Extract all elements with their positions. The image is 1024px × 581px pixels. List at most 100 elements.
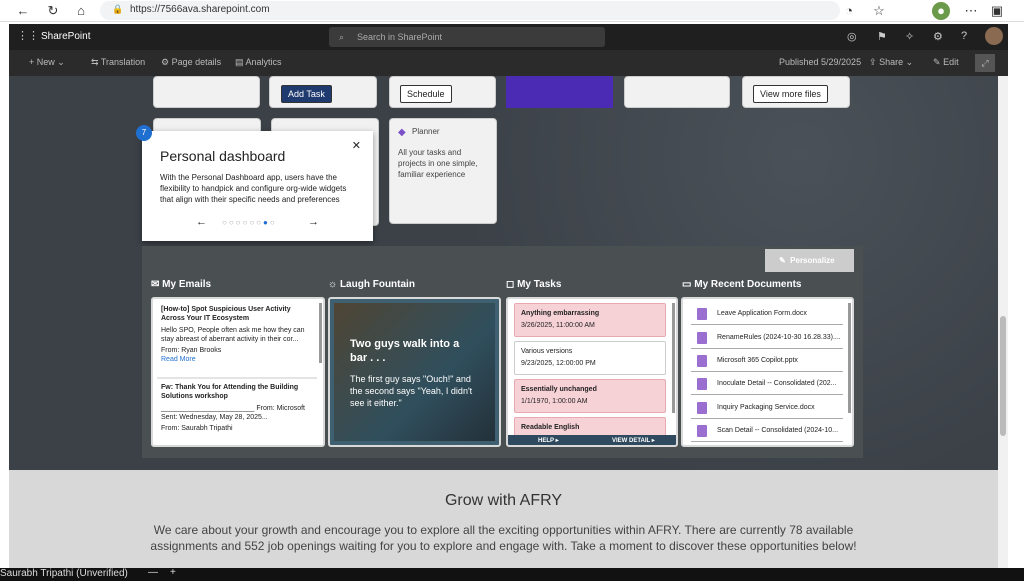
task-title: Anything embarrassing: [521, 310, 600, 317]
taskbar: Saurabh Tripathi (Unverified) — +: [0, 567, 1024, 581]
taskbar-user[interactable]: Saurabh Tripathi (Unverified): [0, 568, 128, 579]
bag-icon: ◻: [506, 279, 515, 290]
doc-name: Inquiry Packaging Service.docx: [717, 404, 815, 411]
document-icon: [697, 332, 707, 344]
task-date: 3/26/2025, 11:00:00 AM: [521, 322, 595, 329]
joke-image: Two guys walk into a bar . . . The first…: [334, 303, 495, 441]
doc-item[interactable]: RenameRules (2024-10-30 16.28.33)....: [691, 327, 843, 349]
task-item[interactable]: Various versions 9/23/2025, 12:00:00 PM: [514, 341, 666, 375]
sidebar-icon[interactable]: ▣: [988, 2, 1006, 20]
laugh-panel: Two guys walk into a bar . . . The first…: [328, 297, 501, 447]
edit-button[interactable]: ✎ Edit: [933, 57, 959, 68]
help-icon[interactable]: ?: [961, 30, 967, 42]
joke-text: The first guy says "Ouch!" and the secon…: [350, 374, 473, 408]
planner-description: All your tasks and projects in one simpl…: [398, 148, 478, 179]
task-item[interactable]: Essentially unchanged 1/1/1970, 1:00:00 …: [514, 379, 666, 413]
address-bar[interactable]: 🔒 https://7566ava.sharepoint.com: [100, 1, 840, 20]
waffle-icon[interactable]: ⋮⋮: [17, 29, 39, 42]
tile-image: [506, 76, 613, 108]
new-label: New: [36, 57, 55, 67]
laugh-title: ☼ Laugh Fountain: [328, 279, 415, 290]
search-input[interactable]: ⌕ Search in SharePoint: [329, 27, 605, 47]
previous-arrow-icon[interactable]: ←: [196, 216, 207, 228]
view-detail-link[interactable]: VIEW DETAIL ▸: [612, 435, 655, 445]
document-icon: [697, 425, 707, 437]
schedule-button[interactable]: Schedule: [400, 85, 452, 103]
joke-title: Two guys walk into a bar . . .: [350, 338, 460, 364]
page-scrollbar[interactable]: [998, 76, 1008, 568]
search-icon: ⌕: [339, 32, 345, 42]
extensions-icon[interactable]: ◔: [840, 2, 858, 20]
page-details-label: Page details: [171, 57, 222, 67]
new-button[interactable]: + New ⌄: [29, 57, 65, 68]
share-app-icon[interactable]: ✧: [905, 30, 914, 43]
tasks-title: ◻ My Tasks: [506, 279, 561, 290]
share-button[interactable]: ⇪ Share ⌄: [869, 57, 913, 68]
doc-item[interactable]: Inquiry Packaging Service.docx: [691, 397, 843, 419]
docs-title: ▭ My Recent Documents: [682, 279, 801, 290]
page-details-button[interactable]: ⚙ Page details: [161, 57, 221, 68]
analytics-label: Analytics: [245, 57, 282, 67]
tasks-panel[interactable]: Anything embarrassing 3/26/2025, 11:00:0…: [506, 297, 678, 447]
popup-text: With the Personal Dashboard app, users h…: [160, 173, 347, 204]
grow-text: We care about your growth and encourage …: [150, 523, 857, 553]
grow-section: Grow with AFRY We care about your growth…: [9, 470, 998, 568]
avatar[interactable]: [985, 27, 1003, 45]
command-bar: + New ⌄ ⇆ Translation ⚙ Page details ▤ A…: [9, 50, 1008, 76]
add-task-button[interactable]: Add Task: [281, 85, 332, 103]
back-icon[interactable]: ←: [14, 2, 32, 20]
task-item[interactable]: Readable English: [514, 417, 666, 437]
view-more-files-button[interactable]: View more files: [753, 85, 828, 103]
minimize-icon[interactable]: —: [148, 567, 158, 578]
doc-item[interactable]: Leave Application Form.docx: [691, 303, 843, 325]
tile: View more files: [742, 76, 850, 108]
view-detail-label: VIEW DETAIL: [612, 438, 651, 444]
personalize-button[interactable]: ✎ Personalize: [765, 249, 854, 272]
email-item[interactable]: [How-to] Spot Suspicious User Activity A…: [161, 305, 311, 364]
email-subject: [How-to] Spot Suspicious User Activity A…: [161, 306, 291, 322]
close-icon[interactable]: ✕: [352, 139, 361, 152]
tile: Add Task: [269, 76, 377, 108]
expand-icon[interactable]: ⤢: [975, 54, 995, 72]
personal-dashboard: ✎ Personalize ✉ My Emails ☼ Laugh Founta…: [142, 246, 863, 458]
task-item[interactable]: Anything embarrassing 3/26/2025, 11:00:0…: [514, 303, 666, 337]
feedback-icon[interactable]: ⚑: [877, 30, 887, 43]
scrollbar[interactable]: [319, 303, 322, 363]
planner-tile[interactable]: ◆ Planner All your tasks and projects in…: [389, 118, 497, 224]
add-icon[interactable]: +: [170, 567, 176, 578]
doc-name: Microsoft 365 Copilot.pptx: [717, 357, 798, 364]
settings-icon[interactable]: ⚙: [933, 30, 943, 43]
read-more-link[interactable]: Read More: [161, 355, 311, 364]
refresh-icon[interactable]: ↻: [44, 2, 62, 20]
analytics-button[interactable]: ▤ Analytics: [235, 57, 282, 68]
more-icon[interactable]: ⋯: [962, 2, 980, 20]
pencil-icon: ✎: [933, 57, 941, 67]
home-icon[interactable]: ⌂: [72, 2, 90, 20]
help-label: HELP: [538, 438, 554, 444]
emails-panel[interactable]: [How-to] Spot Suspicious User Activity A…: [151, 297, 325, 447]
address-text: https://7566ava.sharepoint.com: [130, 4, 270, 15]
doc-name: RenameRules (2024-10-30 16.28.33)....: [717, 334, 841, 341]
mail-icon: ✉: [151, 279, 160, 290]
help-link[interactable]: HELP ▸: [538, 435, 559, 445]
favorites-icon[interactable]: ☆: [870, 2, 888, 20]
tile: Schedule: [389, 76, 496, 108]
tile: [153, 76, 260, 108]
doc-item[interactable]: Microsoft 365 Copilot.pptx: [691, 350, 843, 372]
scrollbar[interactable]: [848, 303, 851, 413]
docs-panel[interactable]: Leave Application Form.docx RenameRules …: [681, 297, 854, 447]
scroll-thumb[interactable]: [1000, 316, 1006, 436]
divider: [157, 377, 317, 379]
translation-button[interactable]: ⇆ Translation: [91, 57, 145, 68]
copilot-icon[interactable]: ◎: [847, 30, 857, 43]
doc-item[interactable]: Scan Detail -- Consolidated (2024-10...: [691, 420, 843, 442]
doc-name: Leave Application Form.docx: [717, 310, 807, 317]
app-name[interactable]: SharePoint: [41, 31, 90, 42]
scrollbar[interactable]: [672, 303, 675, 413]
task-date: 1/1/1970, 1:00:00 AM: [521, 398, 588, 405]
email-item[interactable]: Fw: Thank You for Attending the Building…: [161, 383, 311, 433]
doc-item[interactable]: Inoculate Detail -- Consolidated (202...: [691, 373, 843, 395]
profile-icon[interactable]: ●: [932, 2, 950, 20]
next-arrow-icon[interactable]: →: [308, 216, 319, 228]
step-badge: 7: [136, 125, 152, 141]
